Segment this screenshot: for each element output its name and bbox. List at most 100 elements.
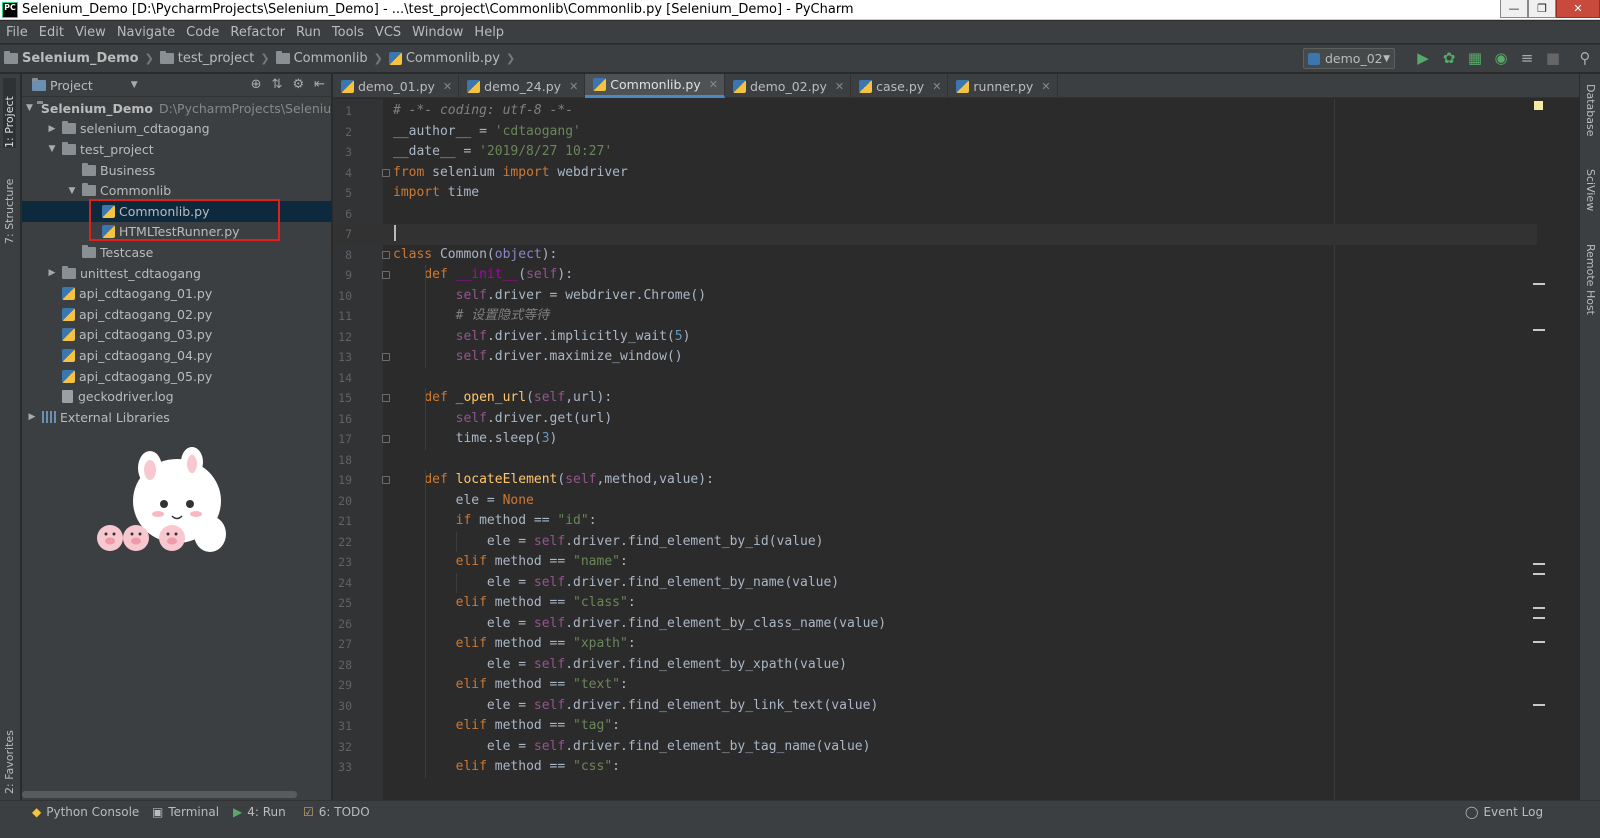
hide-icon[interactable]: ⇤ [314, 77, 325, 92]
chevron-down-icon[interactable]: ▼ [46, 144, 58, 154]
python-console-button[interactable]: ◆ Python Console [32, 803, 139, 821]
close-icon[interactable]: ✕ [569, 80, 578, 93]
menu-item-vcs[interactable]: VCS [369, 25, 406, 40]
chevron-down-icon[interactable]: ▼ [66, 186, 78, 196]
code-line[interactable]: 24 ele = self.driver.find_element_by_nam… [333, 573, 1537, 594]
code-area[interactable]: 1 # -*- coding: utf-8 -*- 2 __author__ = 'c… [333, 99, 1537, 800]
code-line[interactable]: 29 elif method == "text": [333, 675, 1537, 696]
close-icon[interactable]: ✕ [1041, 80, 1050, 93]
menu-item-window[interactable]: Window [406, 25, 468, 40]
code-line[interactable]: 16 self.driver.get(url) [333, 409, 1537, 430]
chevron-right-icon[interactable]: ▶ [26, 412, 38, 422]
error-stripe[interactable] [1533, 99, 1545, 800]
code-line[interactable]: 28 ele = self.driver.find_element_by_xpa… [333, 655, 1537, 676]
code-line[interactable]: 2 __author__ = 'cdtaogang' [333, 122, 1537, 143]
tree-item[interactable]: geckodriver.log [22, 386, 332, 407]
tab-remote-host[interactable]: Remote Host [1584, 244, 1597, 334]
code-line[interactable]: 30 ele = self.driver.find_element_by_lin… [333, 696, 1537, 717]
code-line[interactable]: 13 self.driver.maximize_window() [333, 347, 1537, 368]
code-line[interactable]: 1 # -*- coding: utf-8 -*- [333, 101, 1537, 122]
tree-item[interactable]: ▶ unittest_cdtaogang [22, 263, 332, 284]
project-horizontal-scrollbar[interactable] [22, 791, 297, 798]
menu-item-help[interactable]: Help [468, 25, 509, 40]
code-line[interactable]: 20 ele = None [333, 491, 1537, 512]
terminal-button[interactable]: ▣ Terminal [152, 803, 219, 821]
fold-marker-icon[interactable] [382, 271, 390, 279]
menu-item-edit[interactable]: Edit [33, 25, 69, 40]
code-line[interactable]: 8 class Common(object): [333, 245, 1537, 266]
code-line[interactable]: 27 elif method == "xpath": [333, 634, 1537, 655]
tree-item[interactable]: Business [22, 160, 332, 181]
run-tool-button[interactable]: ▶ 4: Run [233, 803, 286, 821]
code-line[interactable]: 4 from selenium import webdriver [333, 163, 1537, 184]
run-icon[interactable]: ▶ [1414, 49, 1432, 67]
code-line[interactable]: 15 def _open_url(self,url): [333, 388, 1537, 409]
code-line[interactable]: 17 time.sleep(3) [333, 429, 1537, 450]
menu-item-tools[interactable]: Tools [326, 25, 369, 40]
code-line[interactable]: 9 def __init__(self): [333, 265, 1537, 286]
profile-icon[interactable]: ◉ [1492, 49, 1510, 67]
editor-tab[interactable]: demo_01.py ✕ [333, 74, 460, 98]
event-log-button[interactable]: ◯ Event Log [1465, 803, 1543, 821]
code-line[interactable]: 11 # 设置隐式等待 [333, 306, 1537, 327]
locate-icon[interactable]: ⊕ [251, 77, 262, 92]
concurrency-icon[interactable]: ≡ [1518, 49, 1536, 67]
tree-item[interactable]: api_cdtaogang_02.py [22, 304, 332, 325]
breadcrumb-project[interactable]: Selenium_Demo [0, 51, 143, 66]
code-line[interactable]: 18 [333, 450, 1537, 471]
code-line[interactable]: 14 [333, 368, 1537, 389]
menu-item-code[interactable]: Code [180, 25, 224, 40]
run-config-select[interactable]: demo_02 ▼ [1303, 48, 1395, 69]
editor-tab[interactable]: case.py ✕ [851, 74, 949, 98]
coverage-icon[interactable]: ▦ [1466, 49, 1484, 67]
tree-item[interactable]: Testcase [22, 242, 332, 263]
code-line[interactable]: 10 self.driver = webdriver.Chrome() [333, 286, 1537, 307]
tree-item[interactable]: ▶ External Libraries [22, 407, 332, 428]
fold-marker-icon[interactable] [382, 353, 390, 361]
stop-icon[interactable]: ■ [1544, 49, 1562, 67]
debug-icon[interactable]: ✿ [1440, 49, 1458, 67]
tab-database[interactable]: Database [1584, 84, 1597, 149]
minimize-button[interactable]: — [1500, 0, 1528, 18]
close-icon[interactable]: ✕ [709, 78, 718, 91]
breadcrumb-file[interactable]: Commonlib.py [385, 51, 504, 66]
tree-item[interactable]: ▼ Selenium_Demo D:\PycharmProjects\Seleniu… [22, 98, 332, 119]
tree-item[interactable]: ▼ test_project [22, 139, 332, 160]
fold-marker-icon[interactable] [382, 168, 390, 177]
menu-item-navigate[interactable]: Navigate [111, 25, 180, 40]
tab-sciview[interactable]: SciView [1584, 169, 1597, 229]
collapse-icon[interactable]: ⇅ [272, 77, 283, 92]
code-line[interactable]: 6 [333, 204, 1537, 225]
code-line[interactable]: 33 elif method == "css": [333, 757, 1537, 778]
chevron-down-icon[interactable]: ▼ [131, 80, 138, 90]
tree-item[interactable]: ▶ selenium_cdtaogang [22, 119, 332, 140]
tree-item[interactable]: api_cdtaogang_05.py [22, 366, 332, 387]
close-button[interactable]: ✕ [1556, 0, 1600, 18]
editor-tab[interactable]: demo_24.py ✕ [459, 74, 586, 98]
tab-structure[interactable]: 7: Structure [3, 169, 16, 244]
menu-item-refactor[interactable]: Refactor [224, 25, 290, 40]
chevron-down-icon[interactable]: ▼ [26, 103, 33, 113]
close-icon[interactable]: ✕ [443, 80, 452, 93]
code-line[interactable]: 31 elif method == "tag": [333, 716, 1537, 737]
fold-marker-icon[interactable] [382, 250, 390, 259]
fold-marker-icon[interactable] [382, 435, 390, 443]
code-line[interactable]: 21 if method == "id": [333, 511, 1537, 532]
fold-marker-icon[interactable] [382, 476, 390, 484]
close-icon[interactable]: ✕ [932, 80, 941, 93]
editor-tab[interactable]: demo_02.py ✕ [725, 74, 852, 98]
code-line[interactable]: 19 def locateElement(self,method,value): [333, 470, 1537, 491]
code-line[interactable]: 32 ele = self.driver.find_element_by_tag… [333, 737, 1537, 758]
tree-item[interactable]: api_cdtaogang_03.py [22, 325, 332, 346]
code-line[interactable]: 5 import time [333, 183, 1537, 204]
breadcrumb-test-project[interactable]: test_project [156, 51, 259, 66]
code-line[interactable]: 22 ele = self.driver.find_element_by_id(… [333, 532, 1537, 553]
search-icon[interactable]: ⚲ [1576, 49, 1594, 67]
tab-favorites[interactable]: 2: Favorites [3, 714, 16, 794]
todo-button[interactable]: ☑ 6: TODO [303, 803, 370, 821]
editor-tab[interactable]: runner.py ✕ [948, 74, 1058, 98]
menu-item-run[interactable]: Run [290, 25, 326, 40]
gear-icon[interactable]: ⚙ [292, 77, 304, 92]
code-line[interactable]: 26 ele = self.driver.find_element_by_cla… [333, 614, 1537, 635]
chevron-right-icon[interactable]: ▶ [46, 124, 58, 134]
